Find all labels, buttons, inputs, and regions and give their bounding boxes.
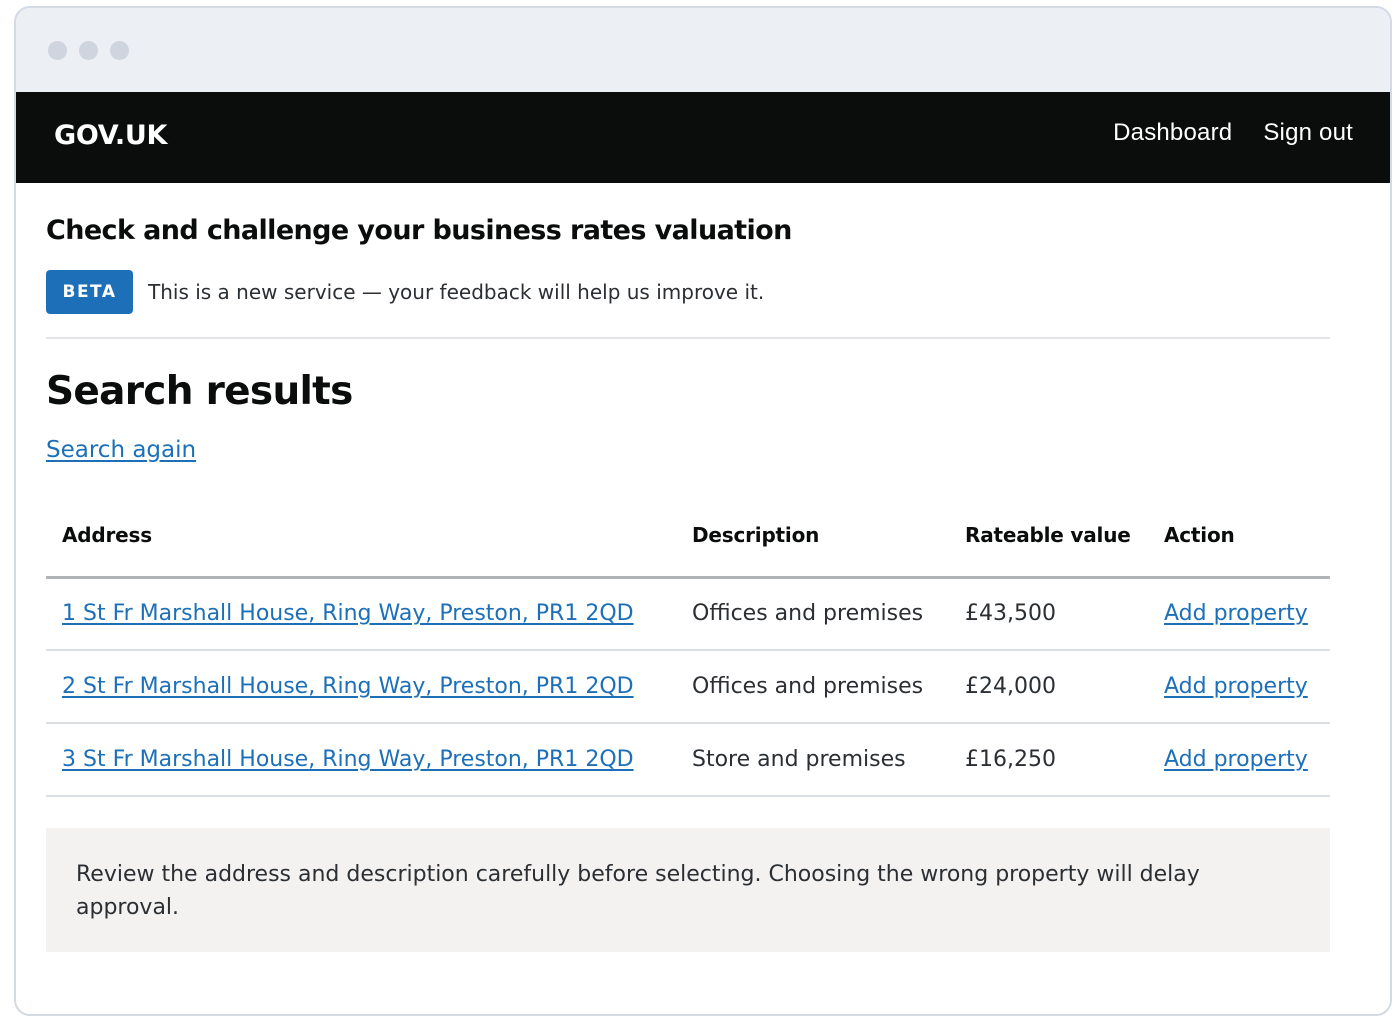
action-cell: Add property (1148, 577, 1330, 651)
add-property-link[interactable]: Add property (1164, 747, 1308, 772)
page-heading: Search results (46, 369, 353, 414)
address-cell: 3 St Fr Marshall House, Ring Way, Presto… (46, 723, 676, 797)
results-table: Address Description Rateable value Actio… (46, 513, 1330, 797)
address-link[interactable]: 1 St Fr Marshall House, Ring Way, Presto… (62, 601, 634, 626)
header-nav: Dashboard Sign out (1113, 119, 1353, 147)
warning-inset-text: Review the address and description caref… (46, 828, 1330, 952)
column-header-action: Action (1148, 513, 1330, 579)
rateable-value-cell: £16,250 (949, 723, 1148, 797)
window-titlebar (16, 8, 1390, 92)
action-cell: Add property (1148, 723, 1330, 797)
phase-banner: BETA This is a new service — your feedba… (46, 270, 1330, 314)
govuk-logo[interactable]: GOV.UK (54, 120, 167, 151)
address-cell: 1 St Fr Marshall House, Ring Way, Presto… (46, 577, 676, 651)
nav-dashboard-link[interactable]: Dashboard (1113, 119, 1232, 147)
column-header-description: Description (676, 513, 949, 579)
column-header-address: Address (46, 513, 676, 579)
description-cell: Offices and premises (676, 650, 949, 724)
add-property-link[interactable]: Add property (1164, 674, 1308, 699)
nav-sign-out-link[interactable]: Sign out (1263, 119, 1353, 147)
table-row: 1 St Fr Marshall House, Ring Way, Presto… (46, 577, 1330, 651)
rateable-value-cell: £43,500 (949, 577, 1148, 651)
beta-tag: BETA (46, 270, 133, 314)
address-link[interactable]: 3 St Fr Marshall House, Ring Way, Presto… (62, 747, 634, 772)
window-control-minimize[interactable] (79, 41, 98, 60)
service-title: Check and challenge your business rates … (46, 215, 792, 246)
address-cell: 2 St Fr Marshall House, Ring Way, Presto… (46, 650, 676, 724)
column-header-rateable-value: Rateable value (949, 513, 1148, 579)
window-control-maximize[interactable] (110, 41, 129, 60)
phase-banner-text: This is a new service — your feedback wi… (148, 280, 765, 304)
window-control-close[interactable] (48, 41, 67, 60)
main-content: Check and challenge your business rates … (46, 175, 1330, 952)
site-header: GOV.UK Dashboard Sign out (16, 92, 1390, 183)
section-divider (46, 337, 1330, 339)
description-cell: Offices and premises (676, 577, 949, 651)
table-row: 3 St Fr Marshall House, Ring Way, Presto… (46, 723, 1330, 797)
action-cell: Add property (1148, 650, 1330, 724)
search-again-link[interactable]: Search again (46, 437, 196, 463)
description-cell: Store and premises (676, 723, 949, 797)
table-header-row: Address Description Rateable value Actio… (46, 513, 1330, 579)
rateable-value-cell: £24,000 (949, 650, 1148, 724)
add-property-link[interactable]: Add property (1164, 601, 1308, 626)
address-link[interactable]: 2 St Fr Marshall House, Ring Way, Presto… (62, 674, 634, 699)
table-row: 2 St Fr Marshall House, Ring Way, Presto… (46, 650, 1330, 724)
